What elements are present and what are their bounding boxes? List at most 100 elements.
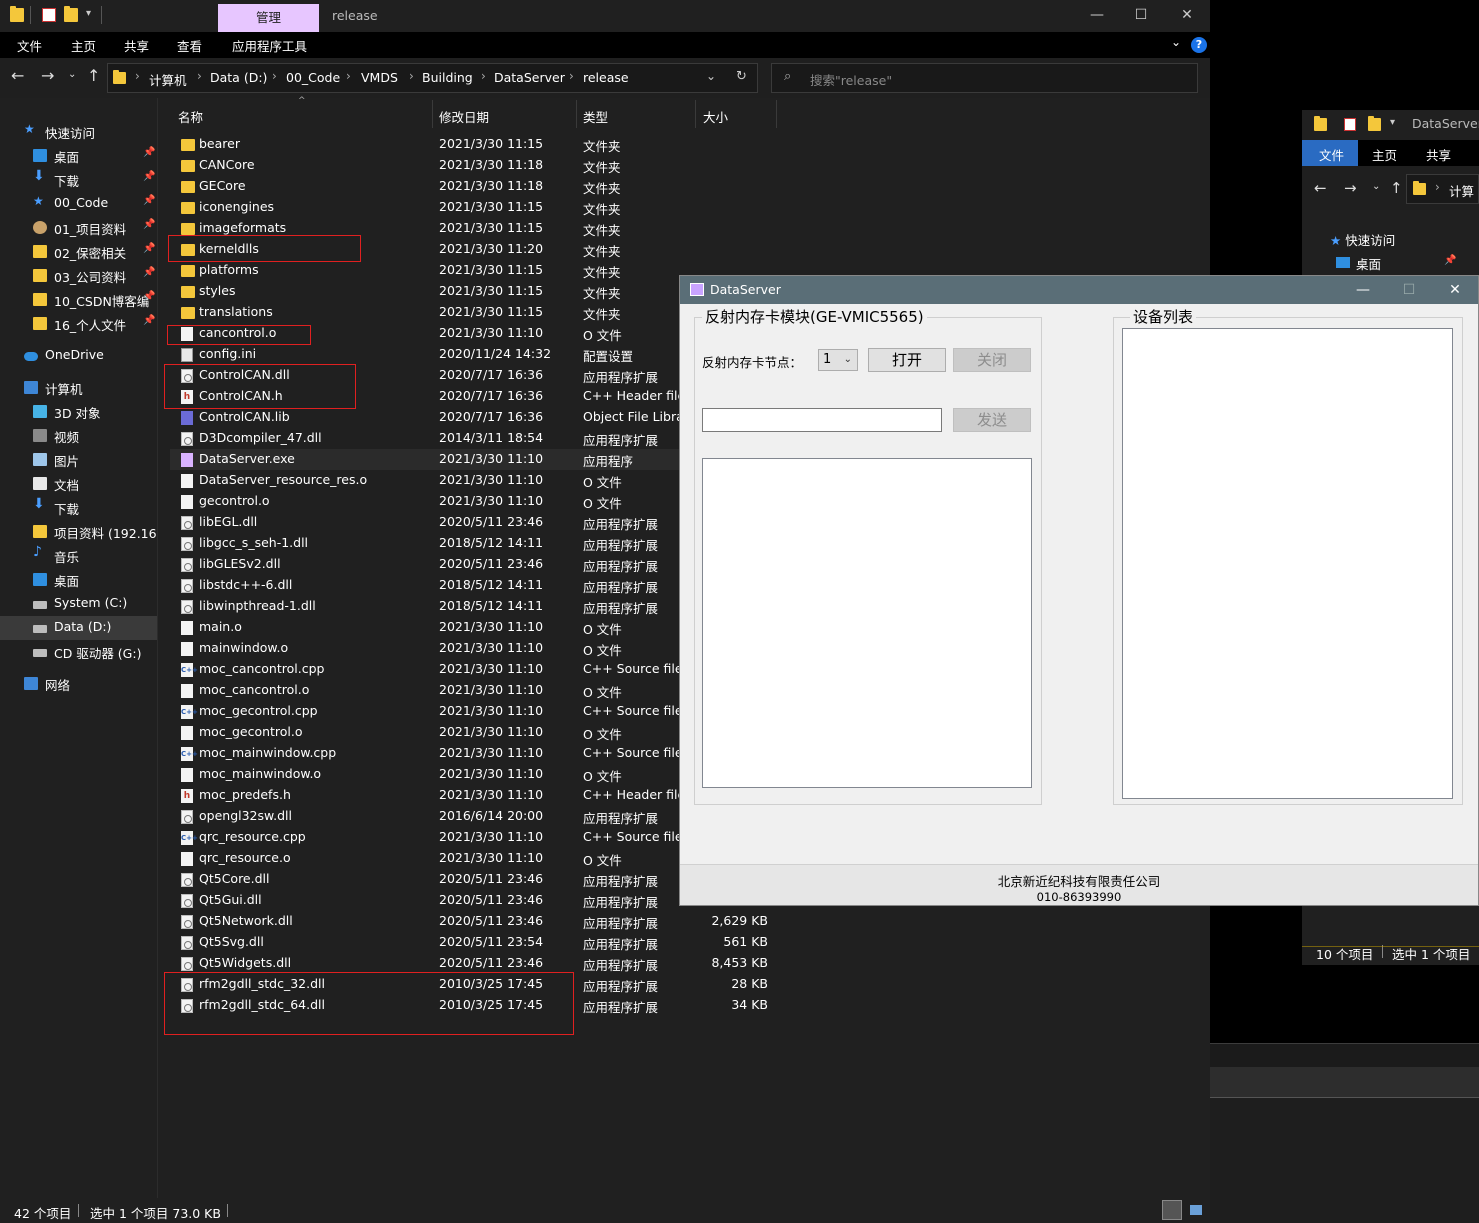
file-row[interactable]: imageformats 2021/3/30 11:15 文件夹 xyxy=(170,218,1210,239)
file-row[interactable]: iconengines 2021/3/30 11:15 文件夹 xyxy=(170,197,1210,218)
pin-icon[interactable]: 📌 xyxy=(143,267,155,278)
pin-icon[interactable]: 📌 xyxy=(143,147,155,158)
chevron-right-icon[interactable]: › xyxy=(481,69,486,83)
sidebar-item-16[interactable]: 项目资料 (192.168. xyxy=(0,520,157,544)
column-date[interactable]: 修改日期 xyxy=(439,107,489,126)
chevron-down-icon[interactable]: ⌄ xyxy=(706,69,716,83)
breadcrumb-building[interactable]: Building xyxy=(422,70,473,85)
bg-tab-share[interactable]: 共享 xyxy=(1426,145,1451,164)
forward-arrow-icon[interactable]: → xyxy=(41,66,54,85)
chevron-right-icon[interactable]: › xyxy=(409,69,414,83)
sidebar-item-15[interactable]: ⬇ 下载 xyxy=(0,496,157,520)
pin-icon[interactable]: 📌 xyxy=(143,171,155,182)
sidebar-item-4[interactable]: 01_项目资料 📌 xyxy=(0,216,157,240)
breadcrumb-vmds[interactable]: VMDS xyxy=(361,70,398,85)
tab-home[interactable]: 主页 xyxy=(71,36,96,55)
pin-icon[interactable]: 📌 xyxy=(143,219,155,230)
sidebar-item-17[interactable]: ♪ 音乐 xyxy=(0,544,157,568)
breadcrumb-computer[interactable]: 计算机 xyxy=(149,70,187,89)
file-row[interactable]: Qt5Network.dll 2020/5/11 23:46 应用程序扩展 2,629… xyxy=(170,911,1210,932)
breadcrumb-release[interactable]: release xyxy=(583,70,629,85)
file-name: ControlCAN.h xyxy=(199,388,283,403)
column-divider[interactable] xyxy=(695,100,696,128)
bg-quick-access[interactable]: ★ 快速访问 xyxy=(1330,230,1395,249)
expand-ribbon-icon[interactable]: ⌄ xyxy=(1171,35,1181,49)
open-button[interactable]: 打开 xyxy=(868,348,946,372)
tab-view[interactable]: 查看 xyxy=(177,36,202,55)
sidebar-item-6[interactable]: 03_公司资料 📌 xyxy=(0,264,157,288)
customize-quick-access-icon[interactable]: ▾ xyxy=(86,8,91,19)
sidebar-item-14[interactable]: 文档 xyxy=(0,472,157,496)
sidebar-item-19[interactable]: System (C:) xyxy=(0,592,157,616)
properties-icon[interactable] xyxy=(42,8,56,22)
tab-share[interactable]: 共享 xyxy=(124,36,149,55)
dialog-minimize-button[interactable]: — xyxy=(1340,276,1386,304)
column-type[interactable]: 类型 xyxy=(583,107,608,126)
column-divider[interactable] xyxy=(776,100,777,128)
sidebar-item-12[interactable]: 视频 xyxy=(0,424,157,448)
new-folder-icon[interactable] xyxy=(64,6,78,22)
sidebar-item-9[interactable]: OneDrive xyxy=(0,344,157,368)
back-arrow-icon[interactable]: ← xyxy=(11,66,24,85)
bg-tab-home[interactable]: 主页 xyxy=(1372,145,1397,164)
sidebar-item-10[interactable]: 计算机 xyxy=(0,376,157,400)
device-list[interactable] xyxy=(1122,328,1453,799)
chevron-right-icon[interactable]: › xyxy=(569,69,574,83)
chevron-right-icon[interactable]: › xyxy=(197,69,202,83)
bg-tab-file[interactable]: 文件 xyxy=(1319,145,1344,164)
pin-icon[interactable]: 📌 xyxy=(143,243,155,254)
tab-file[interactable]: 文件 xyxy=(17,36,42,55)
sidebar-item-13[interactable]: 图片 xyxy=(0,448,157,472)
column-name[interactable]: 名称 xyxy=(178,107,203,126)
dialog-close-button[interactable]: ✕ xyxy=(1432,276,1478,304)
recent-locations-icon[interactable]: ⌄ xyxy=(68,69,76,80)
chevron-right-icon[interactable]: › xyxy=(272,69,277,83)
help-icon[interactable]: ? xyxy=(1191,37,1207,53)
file-row[interactable]: Qt5Widgets.dll 2020/5/11 23:46 应用程序扩展 8,453… xyxy=(170,953,1210,974)
sidebar-item-18[interactable]: 桌面 xyxy=(0,568,157,592)
refresh-icon[interactable]: ↻ xyxy=(736,69,747,84)
file-row[interactable]: CANCore 2021/3/30 11:18 文件夹 xyxy=(170,155,1210,176)
close-button[interactable]: ✕ xyxy=(1164,0,1210,32)
chevron-right-icon[interactable]: › xyxy=(346,69,351,83)
sidebar-item-7[interactable]: 10_CSDN博客编 📌 xyxy=(0,288,157,312)
sidebar-item-5[interactable]: 02_保密相关 📌 xyxy=(0,240,157,264)
file-row[interactable]: rfm2gdll_stdc_64.dll 2010/3/25 17:45 应用程序扩… xyxy=(170,995,1210,1016)
node-select[interactable]: 1 ⌄ xyxy=(818,349,858,371)
column-size[interactable]: 大小 xyxy=(703,107,728,126)
pin-icon[interactable]: 📌 xyxy=(143,291,155,302)
sidebar-item-1[interactable]: 桌面 📌 xyxy=(0,144,157,168)
large-icons-view-icon[interactable] xyxy=(1186,1200,1206,1220)
column-divider[interactable] xyxy=(432,100,433,128)
file-row[interactable]: rfm2gdll_stdc_32.dll 2010/3/25 17:45 应用程序扩… xyxy=(170,974,1210,995)
file-row[interactable]: GECore 2021/3/30 11:18 文件夹 xyxy=(170,176,1210,197)
column-divider[interactable] xyxy=(576,100,577,128)
details-view-icon[interactable] xyxy=(1162,1200,1182,1220)
file-row[interactable]: bearer 2021/3/30 11:15 文件夹 xyxy=(170,134,1210,155)
tab-app-tools[interactable]: 应用程序工具 xyxy=(232,36,307,55)
send-input[interactable] xyxy=(702,408,942,432)
sidebar-item-20[interactable]: Data (D:) xyxy=(0,616,157,640)
sidebar-item-21[interactable]: CD 驱动器 (G:) xyxy=(0,640,157,664)
up-arrow-icon[interactable]: ↑ xyxy=(87,66,100,85)
sidebar-item-8[interactable]: 16_个人文件 📌 xyxy=(0,312,157,336)
chevron-right-icon[interactable]: › xyxy=(135,69,140,83)
file-row[interactable]: kerneldlls 2021/3/30 11:20 文件夹 xyxy=(170,239,1210,260)
minimize-button[interactable]: — xyxy=(1074,0,1120,32)
tab-manage[interactable]: 管理 xyxy=(218,4,319,32)
pin-icon[interactable]: 📌 xyxy=(143,195,155,206)
sidebar-item-3[interactable]: ★ 00_Code 📌 xyxy=(0,192,157,216)
sidebar-item-2[interactable]: ⬇ 下载 📌 xyxy=(0,168,157,192)
sidebar-item-22[interactable]: 网络 xyxy=(0,672,157,696)
sidebar-item-0[interactable]: ★ 快速访问 xyxy=(0,120,157,144)
breadcrumb-data-d[interactable]: Data (D:) xyxy=(210,70,267,85)
file-row[interactable]: Qt5Svg.dll 2020/5/11 23:54 应用程序扩展 561 KB xyxy=(170,932,1210,953)
message-log-list[interactable] xyxy=(702,458,1032,788)
sidebar-item-11[interactable]: 3D 对象 xyxy=(0,400,157,424)
breadcrumb-00-code[interactable]: 00_Code xyxy=(286,70,340,85)
dialog-title-bar[interactable]: DataServer — ☐ ✕ xyxy=(680,276,1478,304)
address-bar[interactable]: › 计算机 › Data (D:) › 00_Code › VMDS › Bui… xyxy=(107,63,758,93)
breadcrumb-dataserver[interactable]: DataServer xyxy=(494,70,565,85)
maximize-button[interactable]: ☐ xyxy=(1118,0,1164,32)
pin-icon[interactable]: 📌 xyxy=(143,315,155,326)
